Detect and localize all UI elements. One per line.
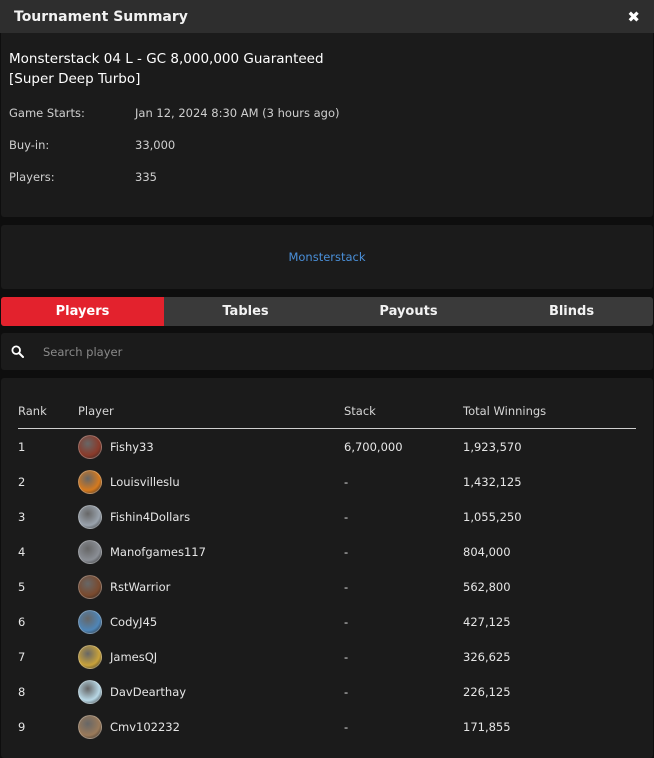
tournament-info-panel: Monsterstack 04 L - GC 8,000,000 Guarant…: [1, 33, 653, 217]
stack-cell: -: [344, 509, 349, 524]
avatar: [78, 609, 102, 634]
avatar: [78, 679, 102, 704]
modal-title: Tournament Summary: [14, 8, 188, 25]
tab-tables[interactable]: Tables: [164, 297, 327, 326]
game-starts-label: Game Starts:: [9, 106, 85, 120]
rank-cell: 1: [18, 439, 26, 454]
stack-cell: -: [344, 474, 349, 489]
avatar: [78, 714, 102, 739]
avatar: [78, 644, 102, 669]
stack-cell: -: [344, 614, 349, 629]
avatar: [78, 539, 102, 564]
modal-header: Tournament Summary ✖: [0, 0, 654, 33]
table-header: Rank Player Stack Total Winnings: [18, 404, 636, 429]
player-name[interactable]: RstWarrior: [110, 580, 170, 594]
player-cell: Louisvilleslu: [78, 464, 180, 499]
rank-cell: 2: [18, 474, 26, 489]
avatar: [78, 434, 102, 459]
winnings-cell: 1,432,125: [463, 474, 522, 489]
stack-cell: -: [344, 579, 349, 594]
search-icon: [11, 345, 24, 358]
avatar: [78, 504, 102, 529]
header-stack: Stack: [344, 404, 376, 418]
rank-cell: 9: [18, 719, 26, 734]
stack-cell: -: [344, 544, 349, 559]
player-cell: DavDearthay: [78, 674, 186, 709]
player-cell: Manofgames117: [78, 534, 206, 569]
tournament-name: Monsterstack 04 L - GC 8,000,000 Guarant…: [9, 51, 324, 87]
rank-cell: 5: [18, 579, 26, 594]
player-cell: CodyJ45: [78, 604, 157, 639]
table-row[interactable]: 3 Fishin4Dollars - 1,055,250: [18, 499, 636, 534]
tab-bar: Players Tables Payouts Blinds: [1, 297, 653, 326]
winnings-cell: 171,855: [463, 719, 511, 734]
player-cell: JamesQJ: [78, 639, 157, 674]
player-name[interactable]: Cmv102232: [110, 720, 180, 734]
stack-cell: -: [344, 684, 349, 699]
buyin-value: 33,000: [135, 138, 176, 152]
table-row[interactable]: 6 CodyJ45 - 427,125: [18, 604, 636, 639]
stack-cell: 6,700,000: [344, 439, 403, 454]
rank-cell: 7: [18, 649, 26, 664]
header-rank: Rank: [18, 404, 47, 418]
avatar: [78, 469, 102, 494]
game-starts-value: Jan 12, 2024 8:30 AM (3 hours ago): [135, 106, 340, 120]
tab-payouts[interactable]: Payouts: [327, 297, 490, 326]
series-link-panel: Monsterstack: [1, 225, 653, 289]
players-value: 335: [135, 170, 157, 184]
players-label: Players:: [9, 170, 55, 184]
buyin-label: Buy-in:: [9, 138, 50, 152]
winnings-cell: 427,125: [463, 614, 511, 629]
stack-cell: -: [344, 719, 349, 734]
table-row[interactable]: 7 JamesQJ - 326,625: [18, 639, 636, 674]
player-cell: Cmv102232: [78, 709, 180, 744]
player-name[interactable]: Louisvilleslu: [110, 475, 180, 489]
players-table: Rank Player Stack Total Winnings 1 Fishy3…: [1, 378, 653, 758]
rank-cell: 8: [18, 684, 26, 699]
rank-cell: 4: [18, 544, 26, 559]
player-name[interactable]: Fishin4Dollars: [110, 510, 190, 524]
rank-cell: 3: [18, 509, 26, 524]
rank-cell: 6: [18, 614, 26, 629]
table-row[interactable]: 2 Louisvilleslu - 1,432,125: [18, 464, 636, 499]
tab-players[interactable]: Players: [1, 297, 164, 326]
close-icon[interactable]: ✖: [627, 8, 640, 26]
header-winnings: Total Winnings: [463, 404, 547, 418]
series-link[interactable]: Monsterstack: [288, 250, 365, 264]
table-row[interactable]: 1 Fishy33 6,700,000 1,923,570: [18, 429, 636, 464]
avatar: [78, 574, 102, 599]
player-name[interactable]: Manofgames117: [110, 545, 206, 559]
winnings-cell: 804,000: [463, 544, 511, 559]
winnings-cell: 562,800: [463, 579, 511, 594]
table-row[interactable]: 5 RstWarrior - 562,800: [18, 569, 636, 604]
player-name[interactable]: DavDearthay: [110, 685, 186, 699]
player-cell: RstWarrior: [78, 569, 170, 604]
stack-cell: -: [344, 649, 349, 664]
player-cell: Fishin4Dollars: [78, 499, 190, 534]
winnings-cell: 326,625: [463, 649, 511, 664]
winnings-cell: 226,125: [463, 684, 511, 699]
player-name[interactable]: CodyJ45: [110, 615, 157, 629]
table-row[interactable]: 4 Manofgames117 - 804,000: [18, 534, 636, 569]
player-name[interactable]: JamesQJ: [110, 650, 157, 664]
search-bar: [1, 333, 653, 370]
player-cell: Fishy33: [78, 429, 154, 464]
winnings-cell: 1,923,570: [463, 439, 522, 454]
tab-blinds[interactable]: Blinds: [490, 297, 653, 326]
table-row[interactable]: 8 DavDearthay - 226,125: [18, 674, 636, 709]
table-row[interactable]: 9 Cmv102232 - 171,855: [18, 709, 636, 744]
header-player: Player: [78, 404, 114, 418]
winnings-cell: 1,055,250: [463, 509, 522, 524]
search-input[interactable]: [41, 341, 635, 363]
player-name[interactable]: Fishy33: [110, 440, 154, 454]
